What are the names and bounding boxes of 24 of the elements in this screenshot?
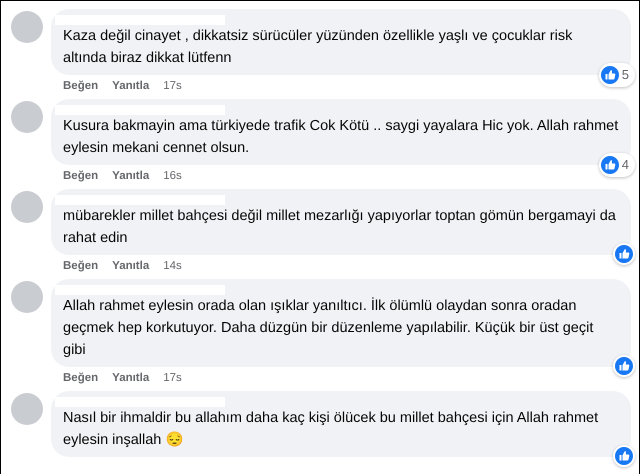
avatar-circle — [11, 281, 43, 313]
reaction-count: 4 — [622, 156, 630, 174]
timestamp[interactable]: 17s — [163, 370, 182, 386]
reply-link[interactable]: Yanıtla — [112, 258, 150, 274]
avatar-circle — [11, 101, 43, 133]
timestamp[interactable]: 14s — [163, 258, 182, 274]
timestamp[interactable]: 17s — [163, 78, 182, 94]
avatar-circle — [11, 393, 43, 425]
reply-link[interactable]: Yanıtla — [112, 370, 150, 386]
timestamp[interactable]: 16s — [163, 168, 182, 184]
comment-text: Kusura bakmayin ama türkiyede trafik Cok Kötü .. saygi yayalara Hic yok. Allah rahmet eylesin mekani cennet olsun. — [63, 117, 619, 158]
like-link[interactable]: Beğen — [63, 78, 98, 94]
like-link[interactable]: Beğen — [63, 168, 98, 184]
reply-link[interactable]: Yanıtla — [112, 78, 150, 94]
like-link[interactable]: Beğen — [63, 258, 98, 274]
avatar-circle — [11, 11, 43, 43]
comment-text: Kaza değil cinayet , dikkatsiz sürücüler yüzünden özellikle yaşlı ve çocuklar risk altında biraz dikkat lütfenn — [63, 27, 574, 68]
comment-text: mübarekler millet bahçesi değil millet mezarlığı yapıyorlar toptan gömün bergamayi da rahat edin — [63, 207, 617, 248]
avatar-circle — [11, 191, 43, 223]
comment-text: Nasıl bir ihmaldir bu allahım daha kaç kişi ölücek bu millet bahçesi için Allah rahmet eylesin inşallah 😔 — [63, 409, 600, 450]
comment-text: Allah rahmet eylesin orada olan ışıklar yanıltıcı. İlk ölümlü olaydan sonra oradan geçmek hep korkutuyor. Daha düzgün bir düzenleme yapılabilir. Küçük bir üst geçit gibi — [63, 296, 594, 360]
like-link[interactable]: Beğen — [63, 370, 98, 386]
reply-link[interactable]: Yanıtla — [112, 168, 150, 184]
reaction-count: 5 — [622, 66, 630, 84]
